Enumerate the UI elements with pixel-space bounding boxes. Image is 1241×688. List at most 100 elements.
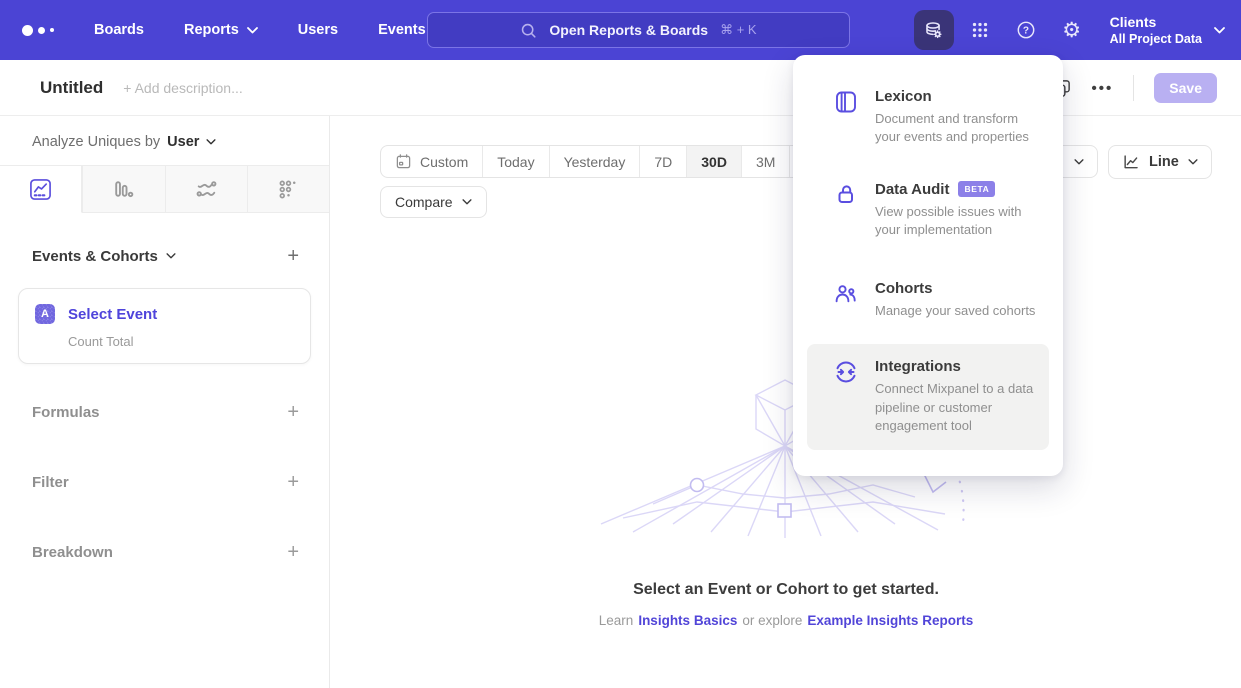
chevron-down-icon (1074, 159, 1084, 165)
tab-line-chart[interactable] (0, 166, 82, 213)
nav-links: Boards Reports Users Events (94, 22, 426, 38)
line-chart-icon (28, 177, 53, 202)
tab-scatter-chart[interactable] (247, 166, 329, 213)
date-range-picker: Custom Today Yesterday 7D 30D 3M 6M (380, 145, 839, 178)
people-icon (833, 280, 859, 320)
svg-text:?: ? (1023, 26, 1029, 37)
daterange-yesterday[interactable]: Yesterday (550, 146, 641, 177)
project-switcher[interactable]: Clients All Project Data (1110, 14, 1225, 46)
top-nav: Boards Reports Users Events Open Reports… (0, 0, 1241, 60)
chevron-down-icon (462, 199, 472, 205)
nav-right-actions: ? ⚙ Clients All Project Data (914, 0, 1225, 60)
nav-item-label: Reports (184, 22, 239, 38)
sync-arrows-icon (833, 358, 859, 435)
nav-item-label: Users (298, 22, 338, 38)
database-gear-icon (922, 19, 945, 42)
menu-item-lexicon[interactable]: Lexicon Document and transform your even… (793, 88, 1063, 147)
query-builder-sidebar: Analyze Uniques by User (0, 116, 330, 688)
or-explore-text: or explore (742, 613, 802, 628)
daterange-30d-selected[interactable]: 30D (687, 146, 742, 177)
line-style-icon (1122, 153, 1140, 171)
toolbar-actions: ••• Save (1051, 60, 1217, 116)
global-search-bar[interactable]: Open Reports & Boards ⌘ + K (427, 12, 850, 48)
chevron-down-icon (1188, 159, 1198, 165)
chevron-down-icon (206, 139, 216, 145)
nav-item-boards[interactable]: Boards (94, 22, 144, 38)
events-cohorts-header: Events & Cohorts + (32, 246, 299, 266)
lexicon-book-icon (833, 88, 859, 147)
learn-prefix: Learn (599, 613, 634, 628)
event-series-badge: A (35, 304, 55, 324)
events-cohorts-label[interactable]: Events & Cohorts (32, 248, 158, 265)
data-management-menu: Lexicon Document and transform your even… (793, 55, 1063, 476)
event-card[interactable]: A Select Event Count Total (18, 288, 311, 364)
add-event-button[interactable]: + (287, 246, 299, 266)
daterange-3m[interactable]: 3M (742, 146, 790, 177)
flow-icon (194, 177, 219, 202)
more-options-button[interactable]: ••• (1092, 80, 1114, 97)
project-name: All Project Data (1110, 32, 1202, 46)
data-management-button[interactable] (914, 10, 954, 50)
select-event-button[interactable]: Select Event (68, 306, 157, 323)
help-button[interactable]: ? (1006, 10, 1046, 50)
org-name: Clients (1110, 14, 1202, 30)
example-reports-link[interactable]: Example Insights Reports (807, 613, 973, 628)
empty-state-links: Learn Insights Basics or explore Example… (331, 613, 1241, 628)
breakdown-section: Breakdown + (32, 542, 299, 562)
grid-dots-icon (969, 19, 991, 41)
mixpanel-logo-icon[interactable] (22, 25, 54, 36)
breakdown-label: Breakdown (32, 544, 113, 561)
analyze-value-dropdown[interactable]: User (167, 134, 199, 150)
insights-basics-link[interactable]: Insights Basics (638, 613, 737, 628)
nav-item-events[interactable]: Events (378, 22, 426, 38)
apps-grid-button[interactable] (960, 10, 1000, 50)
chart-style-dropdown[interactable]: Line (1108, 145, 1212, 179)
nav-item-users[interactable]: Users (298, 22, 338, 38)
compare-dropdown[interactable]: Compare (380, 186, 487, 218)
chevron-down-icon (166, 253, 176, 259)
question-circle-icon: ? (1015, 19, 1037, 41)
menu-item-data-audit[interactable]: Data Audit BETA View possible issues wit… (793, 181, 1063, 240)
beta-badge: BETA (958, 181, 995, 197)
toolbar-divider (1133, 75, 1134, 101)
nav-item-label: Events (378, 22, 426, 38)
report-title[interactable]: Untitled (40, 78, 103, 98)
daterange-custom[interactable]: Custom (381, 146, 483, 177)
add-formula-button[interactable]: + (287, 402, 299, 422)
gear-icon: ⚙ (1062, 20, 1081, 41)
add-breakdown-button[interactable]: + (287, 542, 299, 562)
analyze-uniques-row: Analyze Uniques by User (0, 116, 329, 150)
save-button[interactable]: Save (1154, 73, 1217, 103)
nav-item-reports[interactable]: Reports (184, 22, 258, 38)
daterange-today[interactable]: Today (483, 146, 549, 177)
menu-item-integrations[interactable]: Integrations Connect Mixpanel to a data … (807, 344, 1049, 449)
event-metric-dropdown[interactable]: Count Total (68, 334, 294, 349)
search-icon (520, 22, 537, 39)
ellipsis-icon: ••• (1092, 80, 1114, 97)
chevron-down-icon (247, 27, 258, 34)
nav-item-label: Boards (94, 22, 144, 38)
insights-report-page: Boards Reports Users Events Open Reports… (0, 0, 1241, 688)
settings-button[interactable]: ⚙ (1052, 10, 1092, 50)
filter-label: Filter (32, 474, 69, 491)
lock-icon (833, 181, 859, 240)
scatter-dots-icon (276, 177, 301, 202)
tab-bar-chart[interactable] (82, 166, 164, 213)
add-description-field[interactable]: + Add description... (123, 80, 242, 96)
menu-item-cohorts[interactable]: Cohorts Manage your saved cohorts (793, 280, 1063, 320)
search-placeholder: Open Reports & Boards (549, 22, 708, 38)
chevron-down-icon (1214, 27, 1225, 34)
filter-section: Filter + (32, 472, 299, 492)
empty-state-headline: Select an Event or Cohort to get started… (331, 581, 1241, 599)
project-info: Clients All Project Data (1110, 14, 1202, 46)
bar-chart-icon (111, 177, 136, 202)
formulas-section: Formulas + (32, 402, 299, 422)
formulas-label: Formulas (32, 404, 100, 421)
calendar-icon (395, 153, 412, 170)
daterange-7d[interactable]: 7D (640, 146, 687, 177)
chart-type-tabs (0, 165, 329, 213)
tab-flow-chart[interactable] (165, 166, 247, 213)
search-shortcut: ⌘ + K (720, 22, 757, 38)
add-filter-button[interactable]: + (287, 472, 299, 492)
report-canvas: Custom Today Yesterday 7D 30D 3M 6M Comp… (331, 116, 1241, 688)
